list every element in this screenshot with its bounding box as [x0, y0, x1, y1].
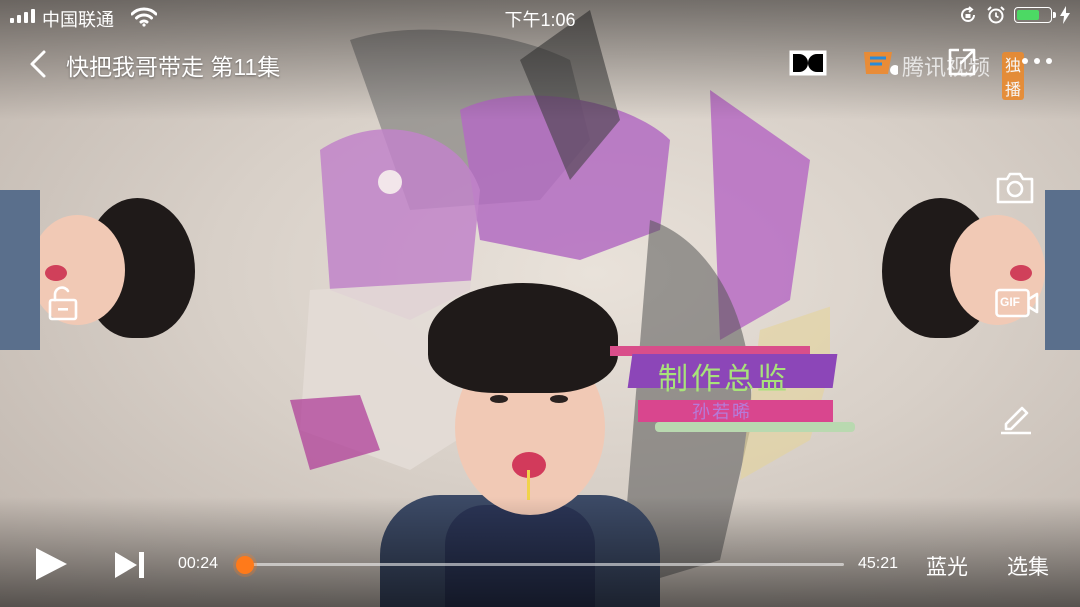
total-duration: 45:21	[858, 555, 899, 572]
status-right-group	[958, 5, 1070, 25]
progress-bar[interactable]	[240, 563, 844, 566]
current-time: 00:24	[178, 555, 219, 572]
battery-icon	[1014, 7, 1056, 23]
status-bar: 中国联通 下午1:06	[0, 0, 1080, 34]
bottom-shade	[0, 497, 1080, 607]
episode-select-button[interactable]: 选集	[1007, 551, 1049, 581]
share-expand-icon[interactable]	[946, 46, 978, 78]
screenshot-camera-icon[interactable]	[995, 170, 1035, 206]
dolby-audio-icon[interactable]	[789, 50, 827, 76]
tencent-video-watermark: 腾讯视频 独播	[862, 48, 1025, 100]
edit-pencil-icon[interactable]	[998, 400, 1034, 436]
charging-icon	[1060, 6, 1070, 24]
screen-lock-icon[interactable]	[42, 283, 82, 323]
credit-role-text: 制作总监	[658, 362, 790, 397]
next-episode-icon[interactable]	[112, 550, 148, 580]
more-options-icon[interactable]	[1022, 58, 1052, 64]
credit-name-text: 孙若晞	[692, 402, 752, 423]
alarm-icon	[987, 6, 1005, 24]
video-player[interactable]: 制作总监 孙若晞 中国联通 下午1:06 快把我哥带走 第11集 腾讯视频 独播…	[0, 0, 1080, 607]
orientation-lock-icon	[961, 6, 975, 22]
back-arrow-icon[interactable]	[24, 48, 54, 80]
video-title: 快把我哥带走 第11集	[66, 54, 281, 80]
battery-fill	[1017, 10, 1039, 20]
gif-recorder-button[interactable]: GIF	[995, 287, 1039, 319]
quality-button[interactable]: 蓝光	[926, 551, 968, 581]
status-time: 下午1:06	[504, 10, 576, 30]
tencent-video-logo-icon	[864, 52, 898, 75]
video-credit-caption: 制作总监 孙若晞	[610, 342, 870, 438]
play-icon[interactable]	[32, 546, 70, 582]
exclusive-badge: 独播	[1002, 52, 1025, 100]
gif-label: GIF	[1000, 295, 1020, 309]
